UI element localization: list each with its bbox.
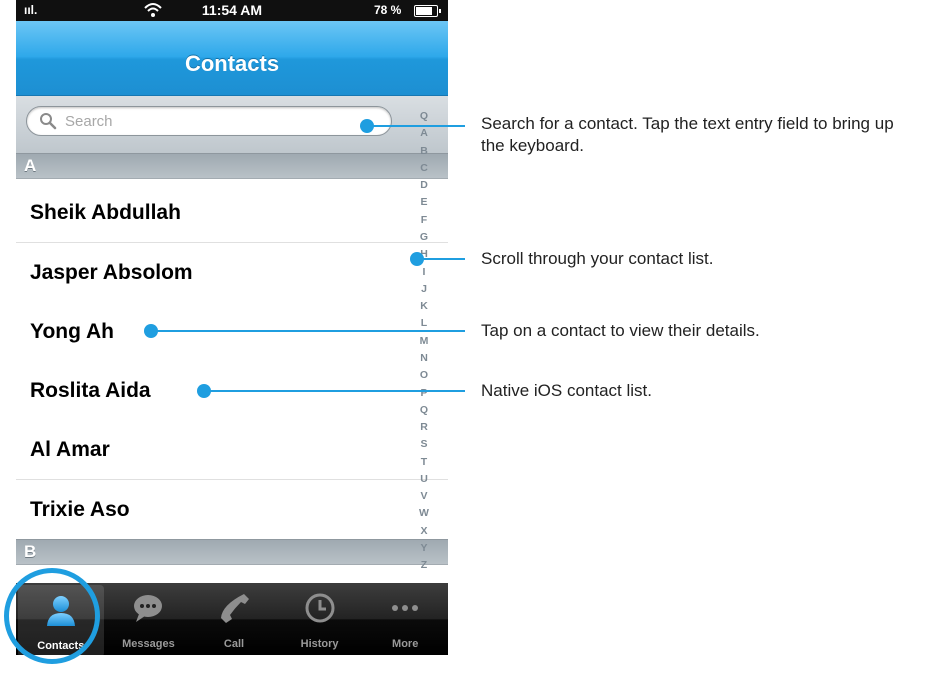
tab-more[interactable]: More [362, 583, 448, 655]
battery-icon [414, 5, 441, 17]
tab-label: Messages [122, 638, 175, 650]
index-letter[interactable]: T [421, 457, 427, 468]
tab-label: More [392, 638, 419, 650]
callout-line [420, 258, 465, 260]
index-letter[interactable]: A [420, 128, 428, 139]
index-letter[interactable]: Q [420, 405, 428, 416]
callout-line [207, 390, 465, 392]
contact-row[interactable]: Sheik Abdullah [16, 183, 448, 243]
callout-text-tap: Tap on a contact to view their details. [481, 321, 760, 340]
index-letter[interactable]: D [420, 180, 428, 191]
callout-text-native: Native iOS contact list. [481, 381, 653, 400]
tab-messages[interactable]: Messages [106, 583, 192, 655]
tab-label: Call [223, 638, 245, 650]
index-letter[interactable]: I [423, 267, 426, 278]
status-bar: ııl. 11:54 AM 78 % [16, 0, 448, 21]
page-title: Contacts [184, 51, 280, 76]
callout-text-search: Search for a contact. Tap the text entry… [481, 114, 894, 155]
tab-call[interactable]: Call [191, 583, 277, 655]
search-icon [40, 113, 57, 130]
tab-label: History [300, 638, 339, 650]
index-letter[interactable]: Q [420, 111, 428, 122]
index-letter[interactable]: W [419, 508, 429, 519]
battery-percent: 78 % [374, 3, 402, 17]
callout-line [154, 330, 465, 332]
phone-handset-icon [220, 594, 249, 623]
index-letter[interactable]: G [420, 232, 428, 243]
contact-name: Sheik Abdullah [30, 201, 181, 224]
section-header-a: A [16, 153, 448, 179]
contact-row[interactable]: Yong Ah [16, 302, 448, 362]
index-letter[interactable]: E [420, 197, 427, 208]
index-letter[interactable]: N [420, 353, 428, 364]
index-letter[interactable]: L [421, 318, 427, 329]
contact-name: Jasper Absolom [30, 261, 193, 284]
index-letter[interactable]: S [420, 439, 427, 450]
contact-row[interactable]: Jasper Absolom [16, 243, 448, 303]
tab-history[interactable]: History [277, 583, 363, 655]
contact-name: Al Amar [30, 438, 110, 461]
section-letter: A [24, 156, 37, 175]
phone-screen: ııl. 11:54 AM 78 % Contacts Search A She… [16, 0, 448, 655]
index-letter[interactable]: F [421, 215, 427, 226]
index-letter[interactable]: Y [420, 543, 427, 554]
section-letter: B [24, 542, 37, 561]
index-letter[interactable]: J [421, 284, 427, 295]
contact-row[interactable]: Al Amar [16, 420, 448, 480]
contact-name: Yong Ah [30, 320, 114, 343]
index-letter[interactable]: R [420, 422, 428, 433]
speech-bubble-icon [134, 595, 163, 622]
contact-name: Roslita Aida [30, 379, 151, 402]
alphabet-index-scroller[interactable]: QABCDEFGHIJKLMNOPQRSTUVWXYZ [414, 111, 434, 571]
callout-text-scroll: Scroll through your contact list. [481, 249, 714, 268]
contact-name: Trixie Aso [30, 498, 130, 521]
contact-row[interactable]: Trixie Aso [16, 480, 448, 540]
index-letter[interactable]: O [420, 370, 428, 381]
navigation-bar: Contacts [16, 21, 448, 96]
index-letter[interactable]: M [420, 336, 429, 347]
index-letter[interactable]: V [420, 491, 427, 502]
index-letter[interactable]: B [420, 146, 428, 157]
search-placeholder: Search [65, 113, 113, 130]
clock-icon [305, 593, 335, 623]
index-letter[interactable]: C [420, 163, 428, 174]
section-header-b: B [16, 539, 448, 565]
index-letter[interactable]: U [420, 474, 428, 485]
index-letter[interactable]: K [420, 301, 428, 312]
more-dots-icon [392, 605, 419, 611]
index-letter[interactable]: Z [421, 560, 427, 571]
contacts-tab-highlight-ring [4, 568, 100, 664]
callout-line [370, 125, 465, 127]
index-letter[interactable]: X [420, 526, 427, 537]
search-input[interactable]: Search [26, 106, 392, 136]
